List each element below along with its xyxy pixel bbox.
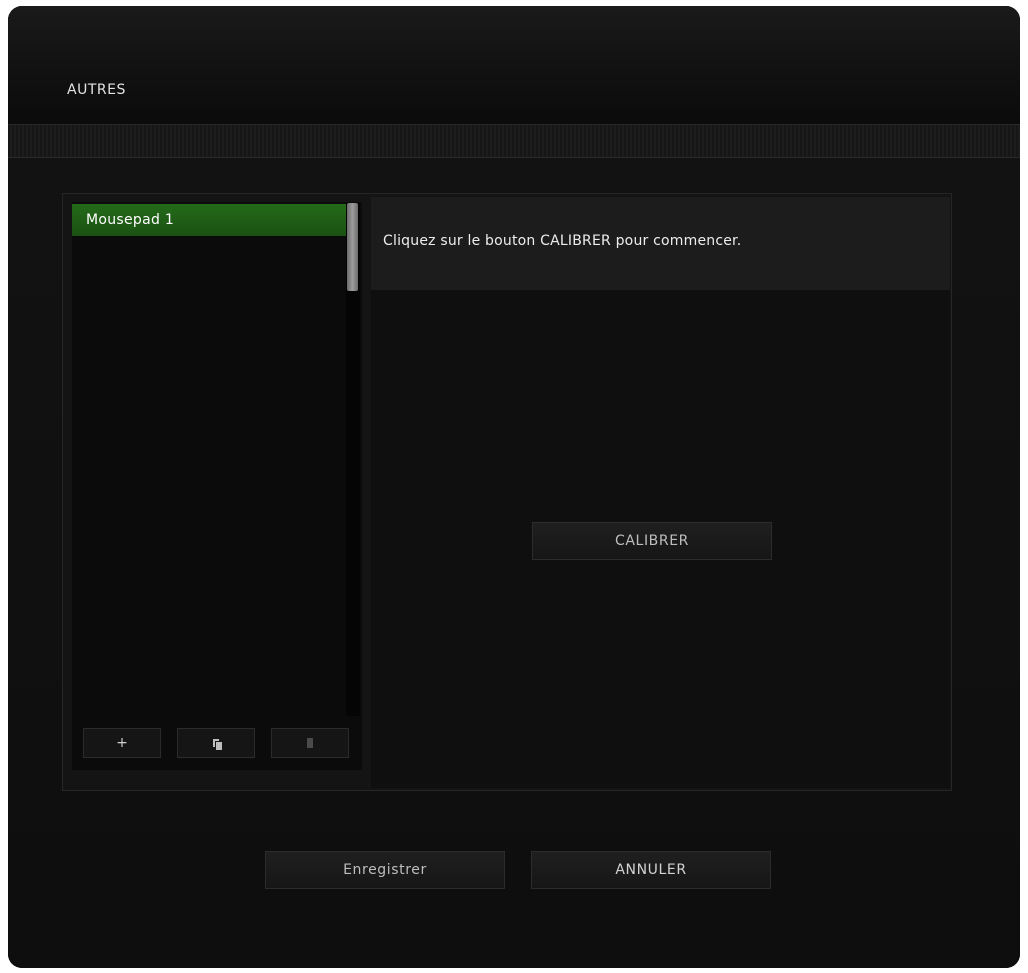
trash-icon bbox=[307, 738, 313, 748]
header-band bbox=[8, 124, 1020, 158]
calibrate-button[interactable]: CALIBRER bbox=[532, 522, 772, 560]
list-item-mousepad-1[interactable]: Mousepad 1 bbox=[72, 204, 346, 236]
instruction-box: Cliquez sur le bouton CALIBRER pour comm… bbox=[371, 197, 950, 290]
delete-profile-button[interactable] bbox=[271, 728, 349, 758]
add-profile-button[interactable]: + bbox=[83, 728, 161, 758]
profile-list-scrollbar[interactable] bbox=[346, 203, 360, 716]
plus-icon: + bbox=[116, 735, 128, 751]
copy-icon bbox=[211, 738, 223, 751]
scrollbar-thumb[interactable] bbox=[347, 203, 358, 291]
save-button[interactable]: Enregistrer bbox=[265, 851, 505, 889]
profile-list: Mousepad 1 bbox=[72, 202, 362, 770]
page-title: AUTRES bbox=[67, 82, 126, 98]
window-header: AUTRES bbox=[8, 6, 1020, 124]
instruction-text: Cliquez sur le bouton CALIBRER pour comm… bbox=[383, 233, 742, 249]
cancel-button[interactable]: ANNULER bbox=[531, 851, 771, 889]
copy-profile-button[interactable] bbox=[177, 728, 255, 758]
